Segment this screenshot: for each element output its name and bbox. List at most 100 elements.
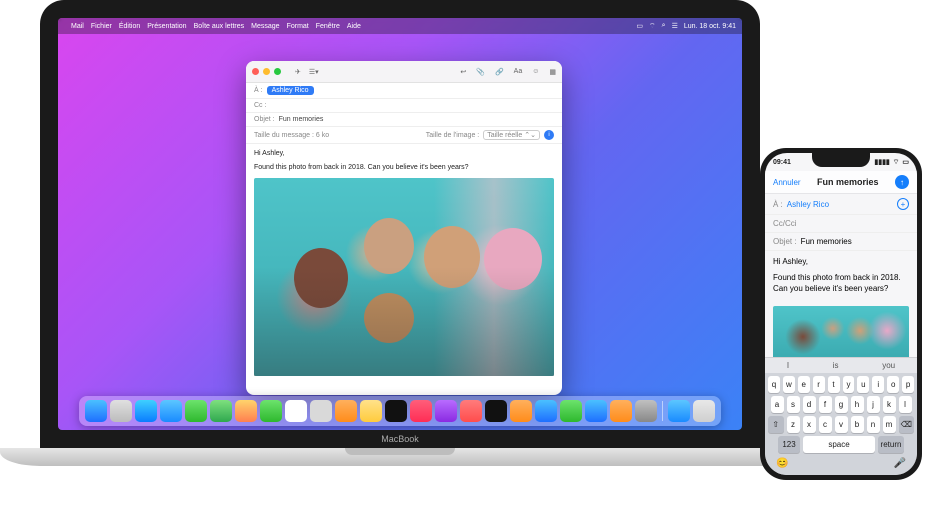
to-recipient-token[interactable]: Ashley Rico: [267, 86, 314, 95]
dock-mail[interactable]: [160, 400, 182, 422]
send-button[interactable]: ↑: [895, 175, 909, 189]
dock-stocks[interactable]: [485, 400, 507, 422]
key-z[interactable]: z: [787, 416, 800, 433]
key-a[interactable]: a: [771, 396, 784, 413]
key-y[interactable]: y: [843, 376, 855, 393]
key-s[interactable]: s: [787, 396, 800, 413]
dock-messages[interactable]: [185, 400, 207, 422]
dock-books[interactable]: [510, 400, 532, 422]
dock-appstore[interactable]: [535, 400, 557, 422]
dock-safari[interactable]: [135, 400, 157, 422]
dock-calendar[interactable]: [285, 400, 307, 422]
menu-format[interactable]: Format: [287, 23, 309, 30]
battery-icon[interactable]: ▭: [636, 22, 643, 30]
attach-icon[interactable]: 📎: [476, 68, 485, 76]
add-contact-button[interactable]: +: [897, 198, 909, 210]
key-123[interactable]: 123: [778, 436, 800, 453]
qt-suggestion-3[interactable]: you: [882, 361, 895, 370]
menu-message[interactable]: Message: [251, 23, 279, 30]
format-icon[interactable]: Aa: [514, 68, 523, 76]
key-delete[interactable]: ⌫: [899, 416, 915, 433]
dock-news[interactable]: [460, 400, 482, 422]
key-shift[interactable]: ⇧: [768, 416, 784, 433]
dock-keynote[interactable]: [585, 400, 607, 422]
search-icon[interactable]: ⌕: [662, 22, 666, 30]
key-o[interactable]: o: [887, 376, 899, 393]
to-field[interactable]: À : Ashley Rico +: [765, 194, 917, 215]
cc-field[interactable]: Cc :: [246, 99, 562, 113]
dock-maps[interactable]: [210, 400, 232, 422]
attached-photo[interactable]: [254, 178, 554, 376]
subject-field[interactable]: Objet : Fun memories: [765, 233, 917, 251]
key-c[interactable]: c: [819, 416, 832, 433]
qt-suggestion-1[interactable]: I: [787, 361, 789, 370]
key-k[interactable]: k: [883, 396, 896, 413]
dock-pages[interactable]: [610, 400, 632, 422]
attached-photo[interactable]: [773, 306, 909, 362]
dock-notes[interactable]: [360, 400, 382, 422]
key-j[interactable]: j: [867, 396, 880, 413]
key-q[interactable]: q: [768, 376, 780, 393]
menubar-app[interactable]: Mail: [71, 23, 84, 30]
dock-downloads[interactable]: [668, 400, 690, 422]
dock-contacts[interactable]: [310, 400, 332, 422]
reply-icon[interactable]: ↩: [460, 68, 466, 76]
dock-podcasts[interactable]: [435, 400, 457, 422]
key-x[interactable]: x: [803, 416, 816, 433]
dock-facetime[interactable]: [260, 400, 282, 422]
menu-aide[interactable]: Aide: [347, 23, 361, 30]
info-badge-icon[interactable]: i: [544, 130, 554, 140]
dock-finder[interactable]: [85, 400, 107, 422]
dock-launchpad[interactable]: [110, 400, 132, 422]
cc-field[interactable]: Cc/Cci: [765, 215, 917, 233]
key-e[interactable]: e: [798, 376, 810, 393]
to-field[interactable]: À : Ashley Rico: [246, 83, 562, 99]
menubar-clock[interactable]: Lun. 18 oct. 9:41: [684, 23, 736, 30]
key-p[interactable]: p: [902, 376, 914, 393]
dock-photos[interactable]: [235, 400, 257, 422]
key-i[interactable]: i: [872, 376, 884, 393]
emoji-icon[interactable]: ☺: [532, 68, 539, 76]
mic-key[interactable]: 🎤: [894, 458, 906, 469]
menu-fichier[interactable]: Fichier: [91, 23, 112, 30]
key-b[interactable]: b: [851, 416, 864, 433]
key-m[interactable]: m: [883, 416, 896, 433]
mail-body[interactable]: Hi Ashley, Found this photo from back in…: [246, 144, 562, 382]
key-w[interactable]: w: [783, 376, 795, 393]
minimize-button[interactable]: [263, 68, 270, 75]
dock-tv[interactable]: [385, 400, 407, 422]
key-f[interactable]: f: [819, 396, 832, 413]
dock-reminders[interactable]: [335, 400, 357, 422]
key-t[interactable]: t: [828, 376, 840, 393]
close-button[interactable]: [252, 68, 259, 75]
send-icon[interactable]: ✈: [295, 68, 301, 76]
key-space[interactable]: space: [803, 436, 875, 453]
dock-numbers[interactable]: [560, 400, 582, 422]
key-v[interactable]: v: [835, 416, 848, 433]
dock-settings[interactable]: [635, 400, 657, 422]
emoji-key[interactable]: 😊: [776, 458, 788, 469]
key-r[interactable]: r: [813, 376, 825, 393]
dock-music[interactable]: [410, 400, 432, 422]
dock-trash[interactable]: [693, 400, 715, 422]
image-size-select[interactable]: Taille réelle ⌃⌄: [483, 130, 540, 140]
link-icon[interactable]: 🔗: [495, 68, 504, 76]
wifi-icon[interactable]: ⌔: [649, 22, 656, 31]
key-u[interactable]: u: [857, 376, 869, 393]
menu-edition[interactable]: Édition: [119, 23, 140, 30]
key-n[interactable]: n: [867, 416, 880, 433]
photo-browser-icon[interactable]: ▦: [549, 68, 556, 76]
qt-suggestion-2[interactable]: is: [833, 361, 839, 370]
key-return[interactable]: return: [878, 436, 904, 453]
zoom-button[interactable]: [274, 68, 281, 75]
menu-fenetre[interactable]: Fenêtre: [316, 23, 340, 30]
compose-body[interactable]: Hi Ashley, Found this photo from back in…: [765, 251, 917, 306]
control-center-icon[interactable]: ☰: [672, 22, 678, 30]
subject-field[interactable]: Objet : Fun memories: [246, 113, 562, 127]
menu-boite[interactable]: Boîte aux lettres: [194, 23, 245, 30]
key-g[interactable]: g: [835, 396, 848, 413]
menu-presentation[interactable]: Présentation: [147, 23, 186, 30]
header-fields-icon[interactable]: ☰▾: [309, 68, 319, 76]
cancel-button[interactable]: Annuler: [773, 178, 801, 187]
key-h[interactable]: h: [851, 396, 864, 413]
